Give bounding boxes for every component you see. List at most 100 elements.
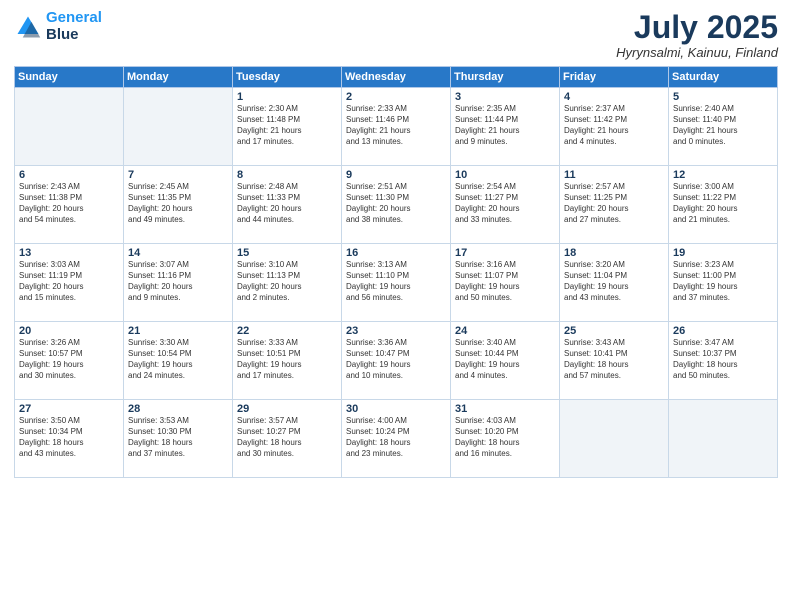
month-title: July 2025 (616, 10, 778, 45)
day-info: Sunrise: 3:10 AM Sunset: 11:13 PM Daylig… (237, 260, 337, 303)
day-cell: 26Sunrise: 3:47 AM Sunset: 10:37 PM Dayl… (669, 322, 778, 400)
day-cell: 18Sunrise: 3:20 AM Sunset: 11:04 PM Dayl… (560, 244, 669, 322)
day-cell: 6Sunrise: 2:43 AM Sunset: 11:38 PM Dayli… (15, 166, 124, 244)
day-number: 15 (237, 247, 337, 259)
day-number: 13 (19, 247, 119, 259)
day-info: Sunrise: 2:35 AM Sunset: 11:44 PM Daylig… (455, 104, 555, 147)
weekday-header-sunday: Sunday (15, 67, 124, 88)
day-number: 9 (346, 169, 446, 181)
day-info: Sunrise: 3:40 AM Sunset: 10:44 PM Daylig… (455, 338, 555, 381)
day-number: 5 (673, 91, 773, 103)
day-number: 24 (455, 325, 555, 337)
day-info: Sunrise: 3:16 AM Sunset: 11:07 PM Daylig… (455, 260, 555, 303)
day-info: Sunrise: 3:36 AM Sunset: 10:47 PM Daylig… (346, 338, 446, 381)
page: General Blue July 2025 Hyrynsalmi, Kainu… (0, 0, 792, 612)
day-info: Sunrise: 3:57 AM Sunset: 10:27 PM Daylig… (237, 416, 337, 459)
day-number: 25 (564, 325, 664, 337)
weekday-header-friday: Friday (560, 67, 669, 88)
day-info: Sunrise: 2:37 AM Sunset: 11:42 PM Daylig… (564, 104, 664, 147)
day-info: Sunrise: 3:43 AM Sunset: 10:41 PM Daylig… (564, 338, 664, 381)
day-info: Sunrise: 3:03 AM Sunset: 11:19 PM Daylig… (19, 260, 119, 303)
week-row-4: 27Sunrise: 3:50 AM Sunset: 10:34 PM Dayl… (15, 400, 778, 478)
day-info: Sunrise: 3:07 AM Sunset: 11:16 PM Daylig… (128, 260, 228, 303)
day-cell: 25Sunrise: 3:43 AM Sunset: 10:41 PM Dayl… (560, 322, 669, 400)
day-number: 14 (128, 247, 228, 259)
day-info: Sunrise: 4:03 AM Sunset: 10:20 PM Daylig… (455, 416, 555, 459)
day-number: 1 (237, 91, 337, 103)
day-cell: 15Sunrise: 3:10 AM Sunset: 11:13 PM Dayl… (233, 244, 342, 322)
day-info: Sunrise: 2:33 AM Sunset: 11:46 PM Daylig… (346, 104, 446, 147)
weekday-header-saturday: Saturday (669, 67, 778, 88)
day-cell: 9Sunrise: 2:51 AM Sunset: 11:30 PM Dayli… (342, 166, 451, 244)
day-cell: 17Sunrise: 3:16 AM Sunset: 11:07 PM Dayl… (451, 244, 560, 322)
day-number: 18 (564, 247, 664, 259)
day-info: Sunrise: 3:53 AM Sunset: 10:30 PM Daylig… (128, 416, 228, 459)
day-cell: 31Sunrise: 4:03 AM Sunset: 10:20 PM Dayl… (451, 400, 560, 478)
day-number: 11 (564, 169, 664, 181)
day-cell: 5Sunrise: 2:40 AM Sunset: 11:40 PM Dayli… (669, 88, 778, 166)
day-number: 6 (19, 169, 119, 181)
weekday-header-tuesday: Tuesday (233, 67, 342, 88)
week-row-3: 20Sunrise: 3:26 AM Sunset: 10:57 PM Dayl… (15, 322, 778, 400)
day-cell: 27Sunrise: 3:50 AM Sunset: 10:34 PM Dayl… (15, 400, 124, 478)
day-info: Sunrise: 2:48 AM Sunset: 11:33 PM Daylig… (237, 182, 337, 225)
day-info: Sunrise: 2:40 AM Sunset: 11:40 PM Daylig… (673, 104, 773, 147)
day-number: 21 (128, 325, 228, 337)
week-row-1: 6Sunrise: 2:43 AM Sunset: 11:38 PM Dayli… (15, 166, 778, 244)
day-number: 19 (673, 247, 773, 259)
day-number: 8 (237, 169, 337, 181)
day-info: Sunrise: 3:33 AM Sunset: 10:51 PM Daylig… (237, 338, 337, 381)
calendar: SundayMondayTuesdayWednesdayThursdayFrid… (14, 66, 778, 478)
logo-text: General Blue (46, 10, 102, 43)
day-info: Sunrise: 2:51 AM Sunset: 11:30 PM Daylig… (346, 182, 446, 225)
day-info: Sunrise: 3:20 AM Sunset: 11:04 PM Daylig… (564, 260, 664, 303)
day-cell: 11Sunrise: 2:57 AM Sunset: 11:25 PM Dayl… (560, 166, 669, 244)
day-number: 26 (673, 325, 773, 337)
day-number: 17 (455, 247, 555, 259)
weekday-header-monday: Monday (124, 67, 233, 88)
day-number: 2 (346, 91, 446, 103)
location: Hyrynsalmi, Kainuu, Finland (616, 45, 778, 60)
day-info: Sunrise: 3:50 AM Sunset: 10:34 PM Daylig… (19, 416, 119, 459)
day-cell: 24Sunrise: 3:40 AM Sunset: 10:44 PM Dayl… (451, 322, 560, 400)
day-info: Sunrise: 3:13 AM Sunset: 11:10 PM Daylig… (346, 260, 446, 303)
day-number: 23 (346, 325, 446, 337)
day-info: Sunrise: 2:57 AM Sunset: 11:25 PM Daylig… (564, 182, 664, 225)
day-cell (124, 88, 233, 166)
day-cell: 12Sunrise: 3:00 AM Sunset: 11:22 PM Dayl… (669, 166, 778, 244)
logo: General Blue (14, 10, 102, 43)
day-number: 27 (19, 403, 119, 415)
week-row-0: 1Sunrise: 2:30 AM Sunset: 11:48 PM Dayli… (15, 88, 778, 166)
day-number: 31 (455, 403, 555, 415)
day-number: 10 (455, 169, 555, 181)
day-cell: 14Sunrise: 3:07 AM Sunset: 11:16 PM Dayl… (124, 244, 233, 322)
day-number: 4 (564, 91, 664, 103)
day-number: 28 (128, 403, 228, 415)
day-info: Sunrise: 3:00 AM Sunset: 11:22 PM Daylig… (673, 182, 773, 225)
day-number: 29 (237, 403, 337, 415)
day-number: 30 (346, 403, 446, 415)
day-cell: 29Sunrise: 3:57 AM Sunset: 10:27 PM Dayl… (233, 400, 342, 478)
day-cell: 13Sunrise: 3:03 AM Sunset: 11:19 PM Dayl… (15, 244, 124, 322)
day-cell: 16Sunrise: 3:13 AM Sunset: 11:10 PM Dayl… (342, 244, 451, 322)
day-number: 7 (128, 169, 228, 181)
day-cell: 1Sunrise: 2:30 AM Sunset: 11:48 PM Dayli… (233, 88, 342, 166)
day-info: Sunrise: 2:30 AM Sunset: 11:48 PM Daylig… (237, 104, 337, 147)
day-cell: 20Sunrise: 3:26 AM Sunset: 10:57 PM Dayl… (15, 322, 124, 400)
day-cell: 2Sunrise: 2:33 AM Sunset: 11:46 PM Dayli… (342, 88, 451, 166)
day-number: 16 (346, 247, 446, 259)
day-cell: 7Sunrise: 2:45 AM Sunset: 11:35 PM Dayli… (124, 166, 233, 244)
weekday-header-wednesday: Wednesday (342, 67, 451, 88)
day-cell: 28Sunrise: 3:53 AM Sunset: 10:30 PM Dayl… (124, 400, 233, 478)
day-info: Sunrise: 2:43 AM Sunset: 11:38 PM Daylig… (19, 182, 119, 225)
day-cell: 30Sunrise: 4:00 AM Sunset: 10:24 PM Dayl… (342, 400, 451, 478)
day-info: Sunrise: 3:26 AM Sunset: 10:57 PM Daylig… (19, 338, 119, 381)
day-number: 22 (237, 325, 337, 337)
day-info: Sunrise: 3:30 AM Sunset: 10:54 PM Daylig… (128, 338, 228, 381)
day-info: Sunrise: 3:23 AM Sunset: 11:00 PM Daylig… (673, 260, 773, 303)
day-cell (15, 88, 124, 166)
weekday-header-thursday: Thursday (451, 67, 560, 88)
day-cell: 22Sunrise: 3:33 AM Sunset: 10:51 PM Dayl… (233, 322, 342, 400)
header: General Blue July 2025 Hyrynsalmi, Kainu… (14, 10, 778, 60)
day-info: Sunrise: 2:45 AM Sunset: 11:35 PM Daylig… (128, 182, 228, 225)
